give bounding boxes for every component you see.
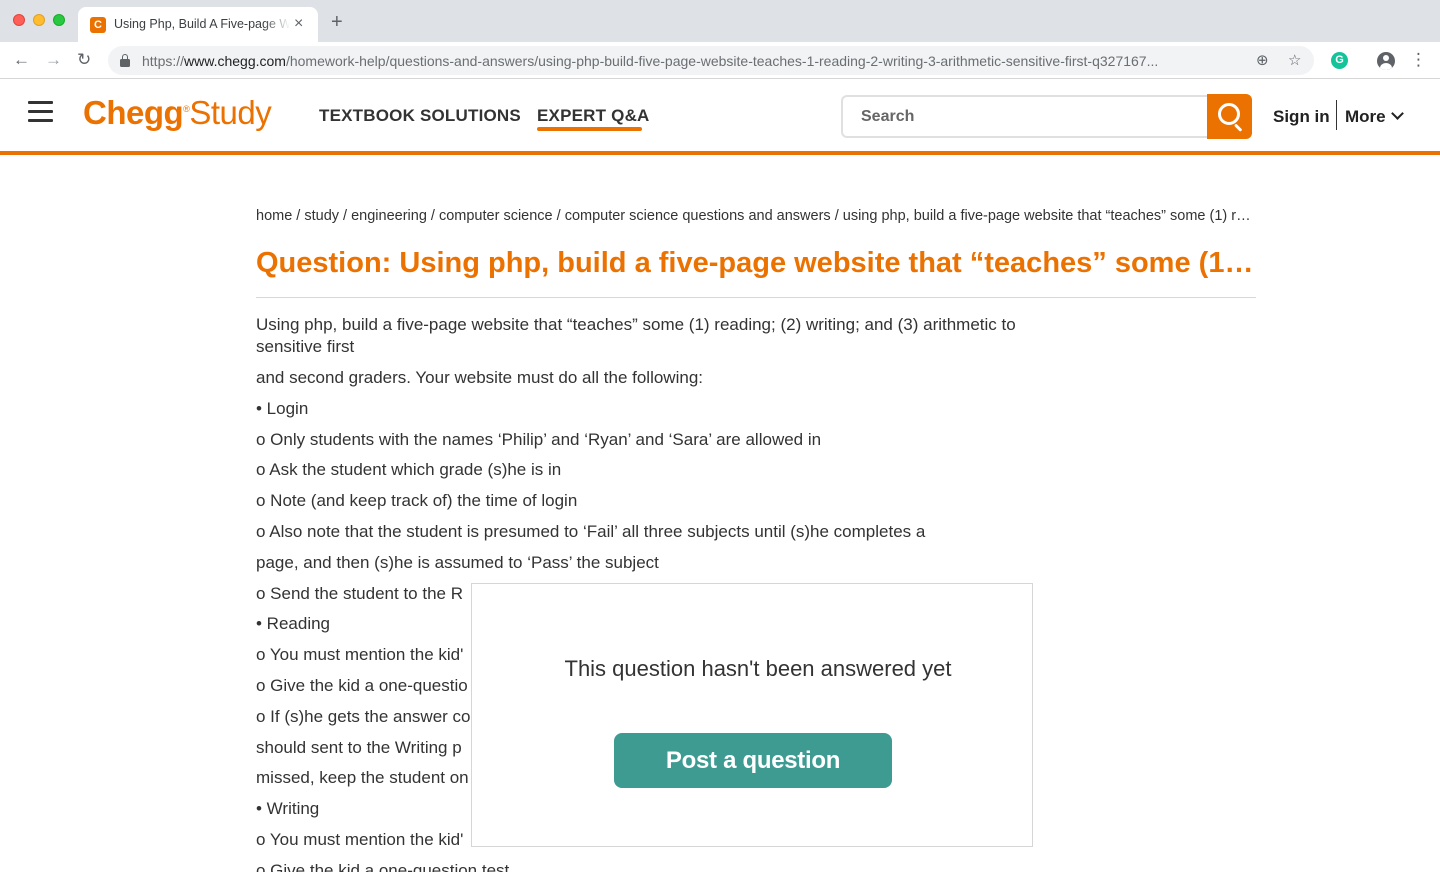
tab-title: Using Php, Build A Five-page Website (114, 17, 290, 31)
maximize-window-button[interactable] (53, 14, 65, 26)
page-title: Question: Using php, build a five-page w… (256, 247, 1256, 279)
address-bar[interactable]: https://www.chegg.com/homework-help/ques… (108, 46, 1314, 75)
header-divider (1336, 100, 1337, 130)
hamburger-menu-icon[interactable] (28, 101, 53, 123)
question-line: • Login (256, 398, 309, 418)
minimize-window-button[interactable] (33, 14, 45, 26)
question-line: page, and then (s)he is assumed to ‘Pass… (256, 552, 659, 572)
bookmark-star-icon[interactable]: ☆ (1288, 51, 1301, 69)
grammarly-extension-icon[interactable]: G (1331, 52, 1348, 69)
title-divider (256, 297, 1256, 298)
close-window-button[interactable] (13, 14, 25, 26)
search-button[interactable] (1207, 94, 1252, 139)
browser-tab-bar: C Using Php, Build A Five-page Website ×… (0, 0, 1440, 42)
reload-icon[interactable]: ↻ (77, 50, 91, 70)
browser-menu-icon[interactable]: ⋮ (1410, 50, 1427, 70)
nav-textbook-solutions[interactable]: TEXTBOOK SOLUTIONS (319, 106, 521, 126)
url-text[interactable]: https://www.chegg.com/homework-help/ques… (142, 53, 1254, 69)
breadcrumb[interactable]: home / study / engineering / computer sc… (256, 208, 1256, 224)
question-line: o Only students with the names ‘Philip’ … (256, 429, 822, 449)
close-tab-icon[interactable]: × (294, 15, 303, 33)
chegg-study-logo[interactable]: Chegg®Study (83, 94, 272, 132)
search-input[interactable] (841, 95, 1208, 138)
question-line: o Note (and keep track of) the time of l… (256, 491, 578, 511)
site-header: Chegg®Study TEXTBOOK SOLUTIONS EXPERT Q&… (0, 79, 1440, 155)
active-nav-indicator (537, 127, 642, 131)
back-arrow-icon[interactable]: ← (13, 50, 30, 70)
unanswered-message: This question hasn't been answered yet (564, 656, 952, 681)
new-tab-icon[interactable]: + (331, 12, 343, 32)
question-line: o Also note that the student is presumed… (256, 521, 926, 541)
chevron-down-icon (1390, 107, 1404, 120)
question-line: o Ask the student which grade (s)he is i… (256, 460, 562, 480)
nav-expert-qa[interactable]: EXPERT Q&A (537, 106, 650, 126)
question-line: Using php, build a five-page website tha… (256, 315, 1016, 356)
more-menu[interactable]: More (1345, 107, 1404, 127)
chegg-favicon-icon: C (90, 17, 106, 33)
question-line: o Give the kid a one-question test (256, 860, 510, 872)
zoom-icon[interactable]: ⊕ (1256, 51, 1269, 69)
search-icon (1218, 103, 1240, 125)
browser-toolbar: ← → ↻ https://www.chegg.com/homework-hel… (0, 42, 1440, 79)
question-line: and second graders. Your website must do… (256, 368, 703, 387)
post-question-button[interactable]: Post a question (614, 733, 892, 788)
unanswered-panel: This question hasn't been answered yet P… (471, 583, 1033, 847)
forward-arrow-icon[interactable]: → (45, 50, 62, 70)
lock-icon (120, 54, 130, 67)
browser-tab-active[interactable]: C Using Php, Build A Five-page Website × (78, 7, 318, 42)
sign-in-link[interactable]: Sign in (1273, 107, 1330, 127)
profile-avatar-icon[interactable] (1377, 52, 1395, 70)
